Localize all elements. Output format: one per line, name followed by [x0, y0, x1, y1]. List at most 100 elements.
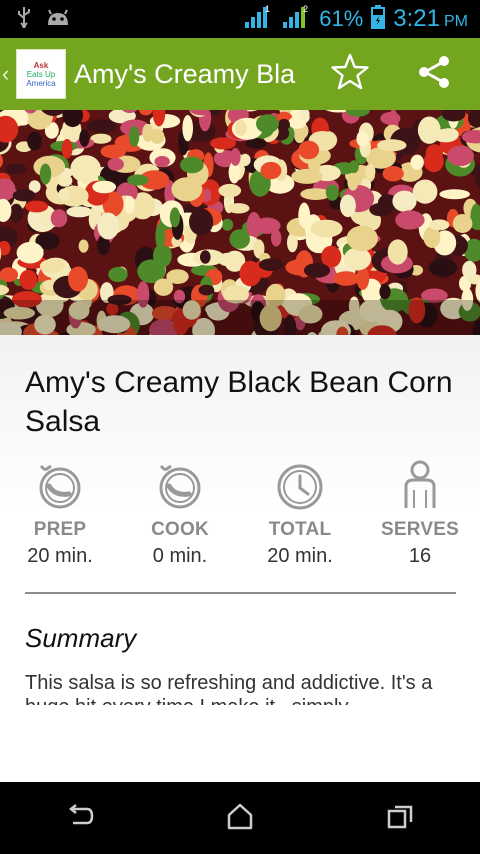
salsa-texture [377, 139, 407, 152]
salsa-texture [9, 203, 23, 223]
clock-ampm: PM [444, 13, 468, 30]
app-logo[interactable]: Ask Eats Up America [16, 49, 66, 99]
salsa-texture [166, 269, 189, 284]
summary-heading: Summary [25, 623, 137, 653]
salsa-texture [365, 163, 376, 179]
star-icon [330, 53, 370, 96]
clock-time: 3:21 [393, 5, 440, 32]
salsa-texture [129, 126, 140, 147]
stat-value: 20 min. [267, 545, 333, 567]
salsa-texture [210, 137, 237, 150]
status-bar: 1 2 61% 3:21 PM [0, 0, 480, 38]
signal-2-badge: 2 [303, 4, 308, 14]
up-caret-icon[interactable]: ‹ [2, 61, 16, 87]
salsa-texture [58, 188, 70, 201]
salsa-texture [150, 129, 165, 144]
recipe-title: Amy's Creamy Black Bean Corn Salsa [25, 366, 453, 438]
salsa-texture [92, 180, 117, 194]
salsa-texture [429, 219, 450, 231]
recipe-details: Amy's Creamy Black Bean Corn Salsa PREP … [0, 335, 480, 782]
salsa-texture [298, 140, 320, 160]
android-icon [46, 7, 70, 32]
stat-label: COOK [151, 519, 209, 540]
stat-label: PREP [33, 519, 87, 540]
salsa-texture [66, 206, 93, 218]
salsa-texture [387, 239, 408, 265]
salsa-texture [234, 119, 247, 136]
salsa-texture [70, 155, 101, 183]
salsa-texture [124, 195, 135, 214]
salsa-texture [79, 129, 90, 147]
timer-icon [35, 460, 85, 515]
logo-line-1: Ask [33, 60, 49, 70]
person-icon [400, 460, 440, 515]
salsa-texture [379, 284, 391, 300]
salsa-texture [100, 144, 127, 159]
salsa-texture [229, 229, 250, 249]
stat-total: TOTAL 20 min. [240, 463, 360, 568]
clock-icon [275, 460, 325, 515]
salsa-texture [346, 225, 378, 252]
salsa-texture [61, 139, 73, 159]
back-button[interactable] [40, 782, 120, 854]
salsa-texture [180, 156, 204, 174]
salsa-texture [425, 144, 443, 162]
stat-label: TOTAL [268, 519, 332, 540]
favorite-button[interactable] [318, 38, 382, 110]
signal-1-badge: 1 [265, 4, 270, 14]
salsa-texture [239, 260, 262, 287]
salsa-texture [0, 267, 19, 283]
stat-value: 16 [408, 545, 432, 567]
salsa-texture [218, 183, 242, 198]
stat-value: 0 min. [152, 545, 208, 567]
share-button[interactable] [402, 38, 466, 110]
recent-apps-button[interactable] [360, 782, 440, 854]
salsa-texture [432, 128, 459, 143]
salsa-texture [343, 247, 372, 271]
battery-percent: 61% [319, 6, 364, 31]
salsa-texture [256, 114, 279, 134]
salsa-texture [339, 194, 356, 218]
recent-apps-icon [386, 803, 414, 834]
logo-line-3: America [26, 78, 56, 88]
photo-shade [0, 300, 480, 335]
salsa-texture [221, 218, 234, 231]
action-bar: ‹ Ask Eats Up America Amy's Creamy Black… [0, 38, 480, 110]
stat-serves: SERVES 16 [360, 460, 480, 568]
salsa-texture [97, 212, 119, 240]
salsa-texture [230, 148, 241, 166]
salsa-texture [108, 266, 128, 283]
salsa-texture [155, 223, 166, 250]
salsa-texture [258, 258, 284, 271]
salsa-texture [182, 115, 193, 142]
salsa-texture [5, 163, 27, 175]
stat-prep: PREP 20 min. [0, 463, 120, 568]
salsa-texture [395, 210, 425, 230]
stat-cook: COOK 0 min. [120, 463, 240, 568]
salsa-texture [189, 208, 214, 236]
salsa-texture [410, 154, 424, 170]
stat-value: 20 min. [27, 545, 93, 567]
salsa-texture [68, 266, 88, 292]
share-icon [416, 54, 452, 95]
salsa-texture [39, 163, 52, 185]
salsa-texture [310, 219, 343, 238]
salsa-texture [50, 209, 68, 228]
divider [25, 592, 456, 594]
salsa-texture [200, 250, 211, 264]
salsa-texture [127, 174, 149, 186]
home-button[interactable] [200, 782, 280, 854]
salsa-texture [198, 284, 215, 296]
logo-line-2: Eats Up [26, 69, 56, 79]
salsa-texture [348, 160, 359, 174]
salsa-texture [154, 156, 170, 167]
usb-icon [16, 6, 32, 33]
salsa-texture [439, 189, 471, 200]
salsa-texture [428, 259, 458, 277]
salsa-texture [303, 263, 331, 278]
salsa-texture [278, 118, 290, 131]
signal-icon: 1 [243, 4, 273, 35]
salsa-texture [356, 130, 369, 147]
salsa-texture [333, 271, 360, 286]
salsa-texture [452, 214, 473, 233]
